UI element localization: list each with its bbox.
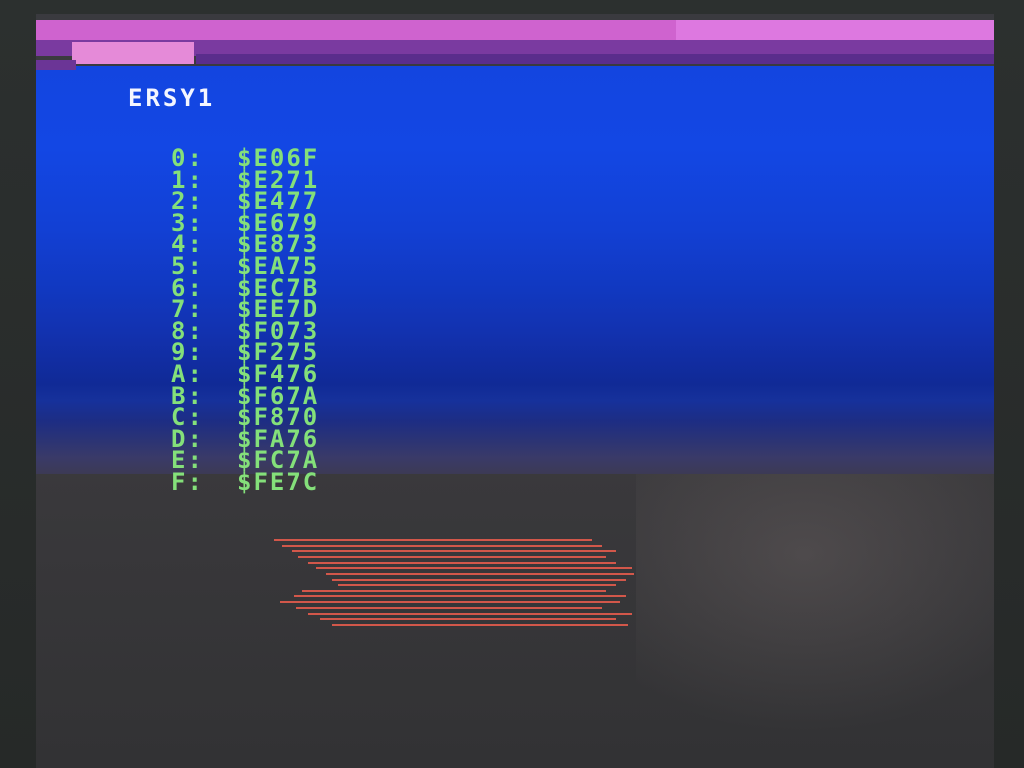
red-raster-lines — [274, 539, 634, 626]
crt-screen: ERSY1 0: $E06F 1: $E271 2: $E477 3: $E679 4: $E87… — [36, 14, 994, 768]
